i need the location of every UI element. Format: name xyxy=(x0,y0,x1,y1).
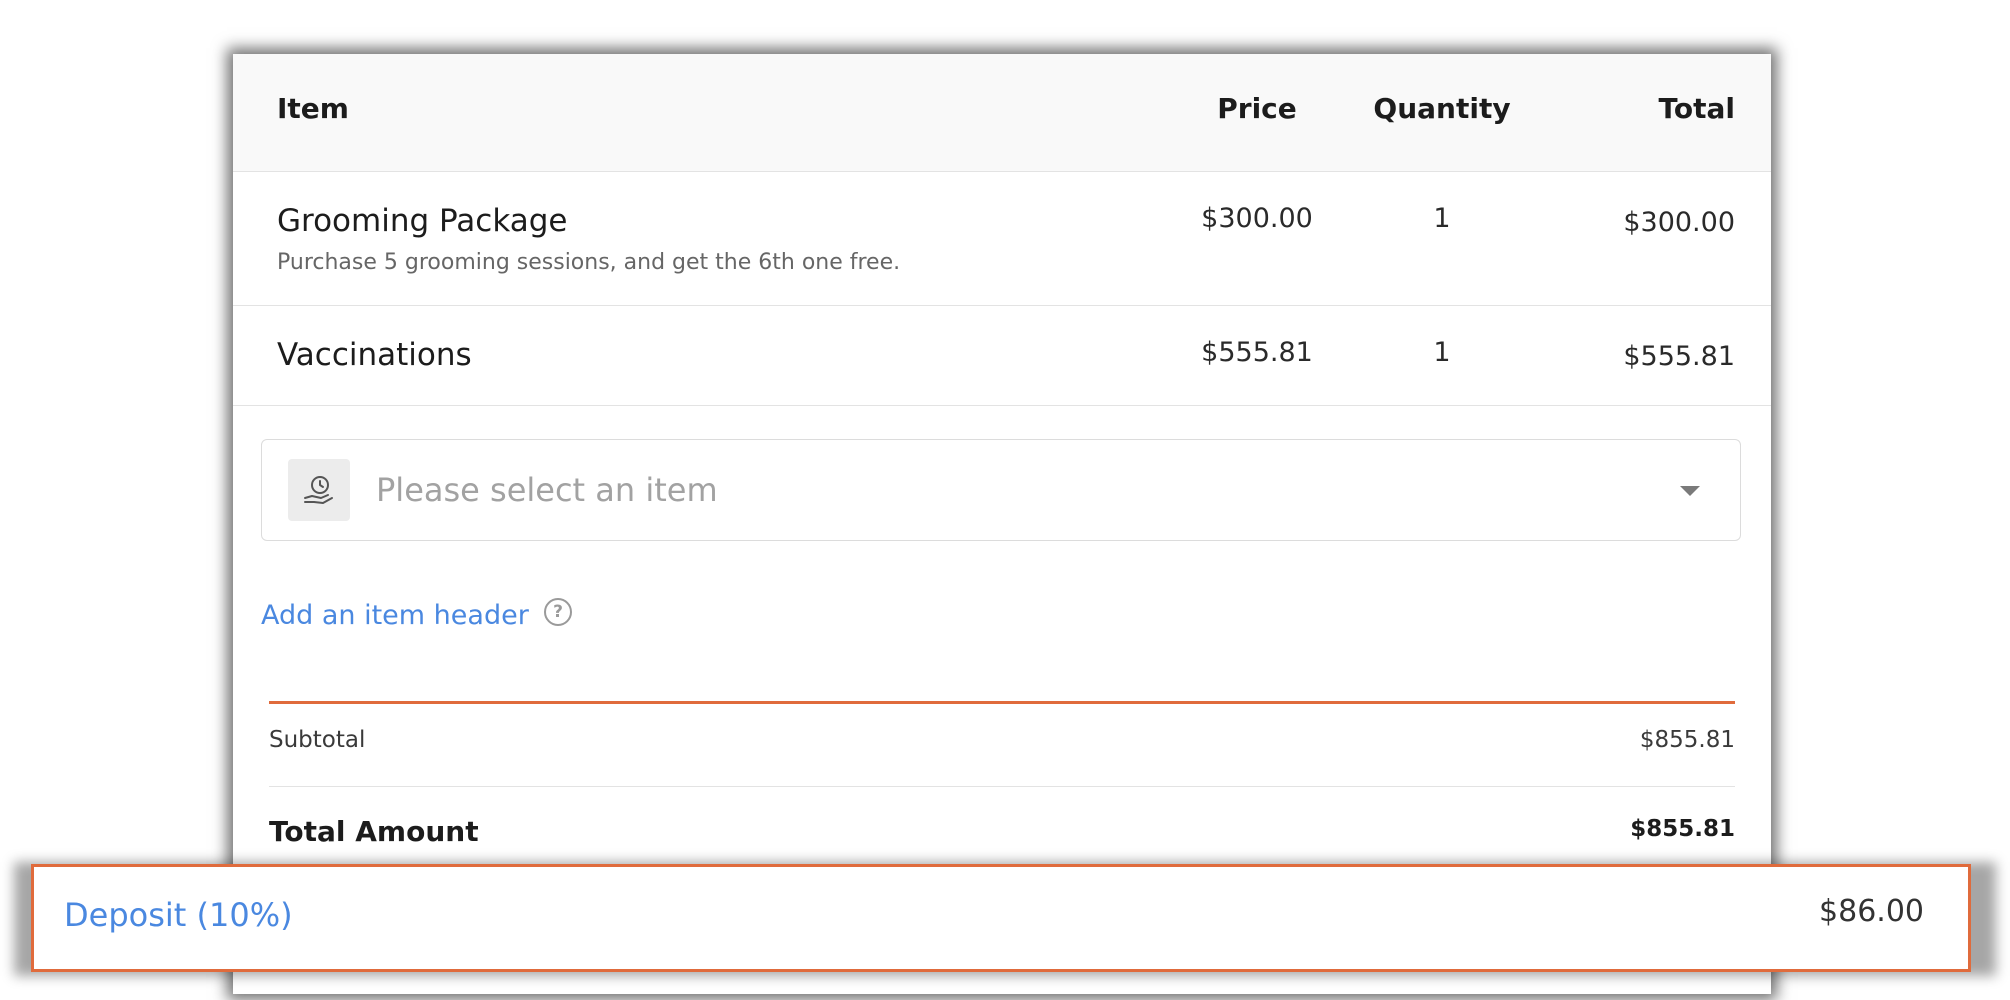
table-row[interactable]: Grooming Package Purchase 5 grooming ses… xyxy=(233,171,1771,306)
summary-divider xyxy=(269,701,1735,704)
add-item-header-link[interactable]: Add an item header xyxy=(261,600,529,631)
help-circle-icon[interactable]: ? xyxy=(544,598,572,626)
header-total: Total xyxy=(1658,92,1736,125)
summary-separator xyxy=(269,786,1735,787)
item-name: Grooming Package xyxy=(277,203,568,239)
header-quantity: Quantity xyxy=(1373,92,1511,125)
item-price: $300.00 xyxy=(1201,203,1313,234)
subtotal-value: $855.81 xyxy=(1639,727,1735,753)
table-row[interactable]: Vaccinations $555.81 1 $555.81 xyxy=(233,305,1771,406)
item-quantity: 1 xyxy=(1433,337,1451,368)
item-select-dropdown[interactable]: Please select an item xyxy=(261,439,1741,541)
header-item: Item xyxy=(277,92,349,125)
item-select-placeholder: Please select an item xyxy=(376,471,718,509)
item-name: Vaccinations xyxy=(277,337,472,373)
chevron-down-icon[interactable] xyxy=(1680,486,1700,496)
total-amount-label: Total Amount xyxy=(269,815,479,848)
total-amount-value: $855.81 xyxy=(1630,816,1735,842)
deposit-link[interactable]: Deposit (10%) xyxy=(64,896,293,934)
subtotal-label: Subtotal xyxy=(269,727,366,753)
deposit-row: Deposit (10%) $86.00 xyxy=(31,864,1971,972)
item-price: $555.81 xyxy=(1201,337,1313,368)
deposit-value: $86.00 xyxy=(1819,894,1924,929)
item-description: Purchase 5 grooming sessions, and get th… xyxy=(277,250,901,275)
invoice-screen: Item Price Quantity Total Grooming Packa… xyxy=(0,0,2010,1000)
item-total: $300.00 xyxy=(1623,207,1735,238)
header-price: Price xyxy=(1217,92,1297,125)
table-header: Item Price Quantity Total xyxy=(233,54,1771,172)
item-total: $555.81 xyxy=(1623,341,1735,372)
item-quantity: 1 xyxy=(1433,203,1451,234)
hand-clock-icon xyxy=(288,459,350,521)
invoice-items-card: Item Price Quantity Total Grooming Packa… xyxy=(233,54,1771,994)
